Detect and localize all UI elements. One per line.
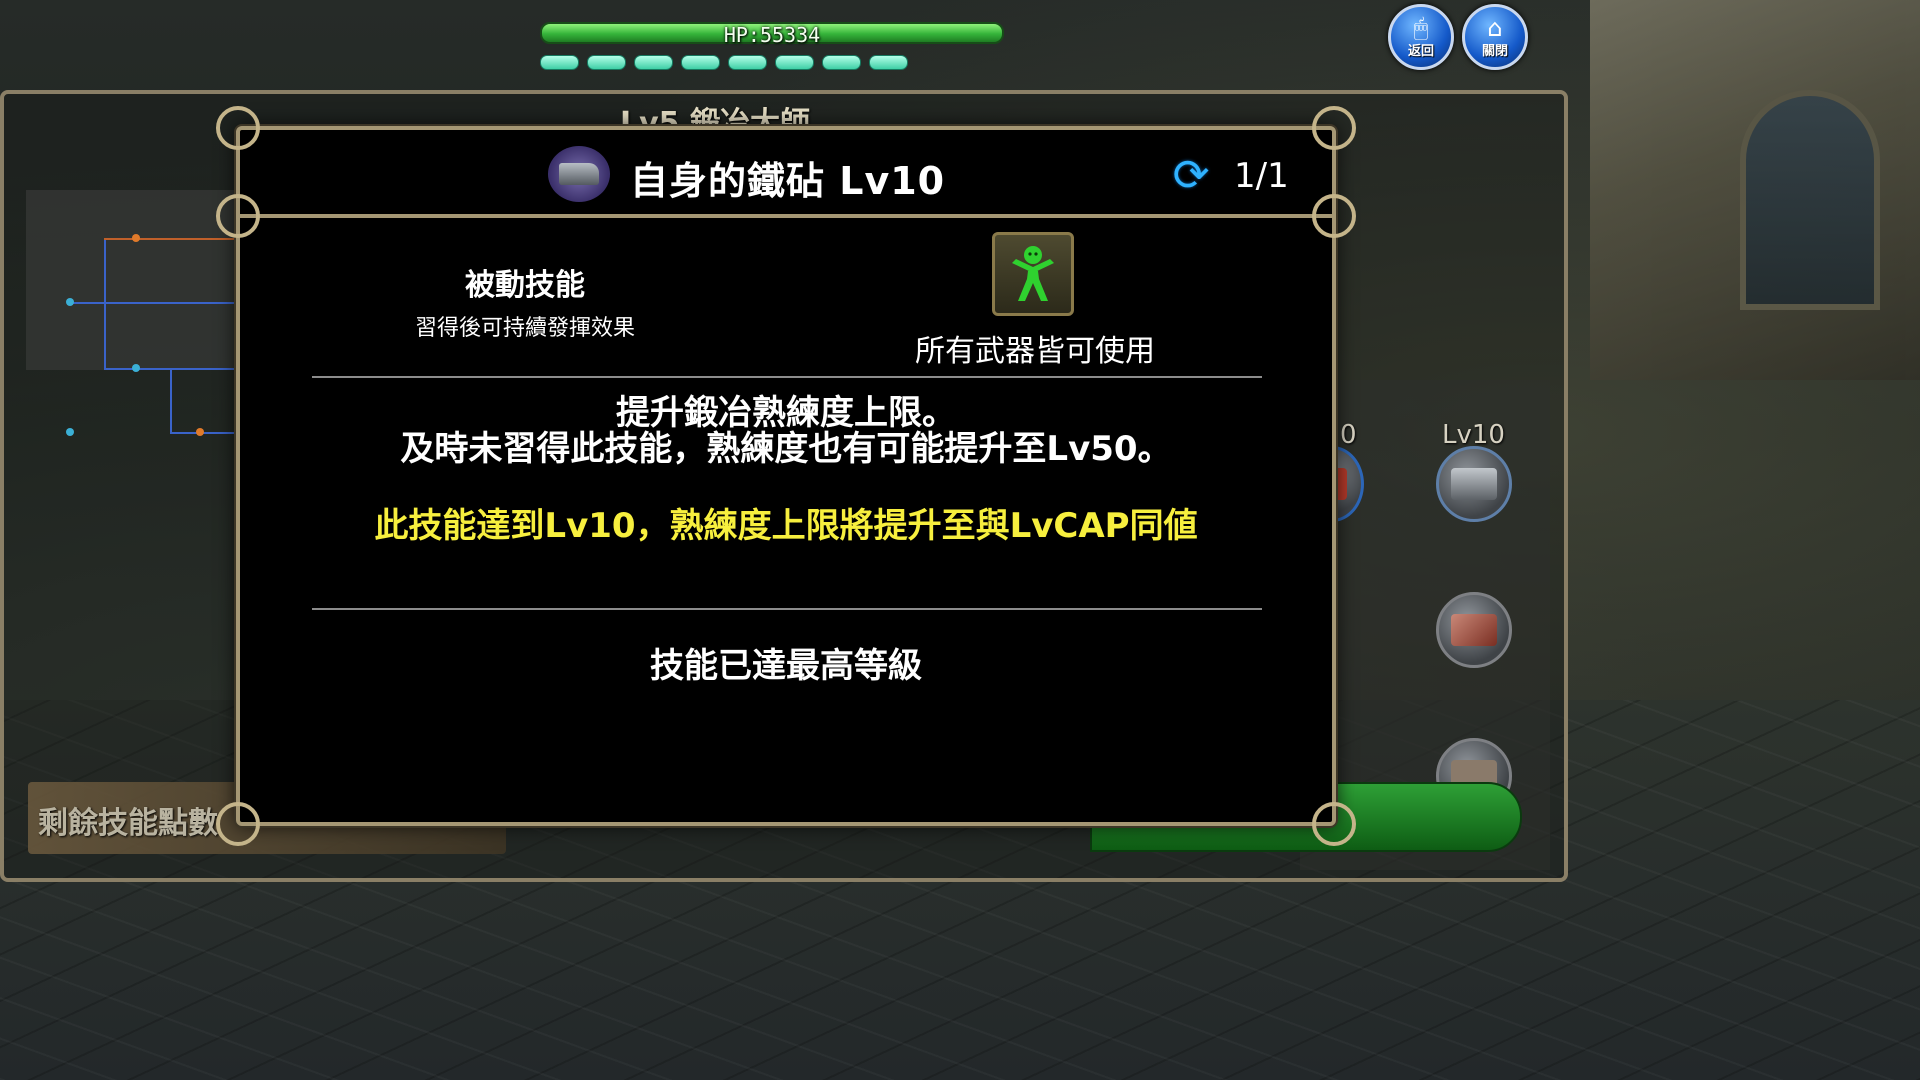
back-button-label: 返回 <box>1407 43 1434 59</box>
stamina-pip <box>775 55 814 70</box>
refresh-icon[interactable]: ⟳ <box>1166 152 1216 200</box>
home-icon: ⌂ <box>1487 13 1503 42</box>
close-button[interactable]: ⌂ 關閉 <box>1462 4 1528 70</box>
hp-bar: HP:55334 <box>540 22 1004 47</box>
tree-connector <box>70 302 235 304</box>
divider <box>312 608 1262 610</box>
divider <box>312 376 1262 378</box>
max-level-bonus: 此技能達到Lv10，熟練度上限將提升至與LvCAP同値 <box>374 506 1198 546</box>
remaining-points-label: 剩餘技能點數 <box>38 806 218 841</box>
skill-level-label: 0 <box>1340 420 1357 450</box>
stamina-pip <box>728 55 767 70</box>
weapon-requirement: 所有武器皆可使用 <box>915 334 1155 369</box>
tree-connector <box>170 368 172 432</box>
description-line: 及時未習得此技能，熟練度也有可能提升至Lv50。 <box>400 429 1172 469</box>
anvil-icon <box>548 146 610 202</box>
tree-node <box>66 298 74 306</box>
description-line: 提升鍛冶熟練度上限。 <box>616 393 956 433</box>
dialog-header: 自身的鐵砧 Lv10 ⟳ 1/1 <box>216 130 1356 238</box>
cloth-skill-icon[interactable] <box>1436 592 1512 668</box>
stamina-pip <box>634 55 673 70</box>
stamina-pip <box>822 55 861 70</box>
hp-text: HP:55334 <box>723 23 821 47</box>
tree-node <box>132 234 140 242</box>
ornament-corner <box>216 194 260 238</box>
mouse-icon: 🖱 <box>1413 13 1429 42</box>
stamina-pip <box>681 55 720 70</box>
stamina-pip <box>869 55 908 70</box>
back-button[interactable]: 🖱 返回 <box>1388 4 1454 70</box>
skill-detail-dialog: 自身的鐵砧 Lv10 ⟳ 1/1 被動技能 習得後可持續發揮效果 所有武器皆可使… <box>216 106 1356 846</box>
tree-node <box>196 428 204 436</box>
stamina-pips <box>540 55 908 70</box>
close-button-label: 關閉 <box>1481 43 1508 59</box>
skill-type-description: 習得後可持續發揮效果 <box>414 316 635 341</box>
stamina-pip <box>540 55 579 70</box>
tree-node <box>66 428 74 436</box>
skill-title: 自身的鐵砧 Lv10 <box>630 159 946 203</box>
tree-connector <box>104 368 234 370</box>
tree-node <box>132 364 140 372</box>
building-background <box>1590 0 1920 380</box>
page-indicator: 1/1 <box>1234 156 1289 196</box>
ornament-corner <box>1312 802 1356 846</box>
all-weapons-icon <box>992 232 1074 316</box>
skill-type: 被動技能 <box>465 268 585 303</box>
skill-status: 技能已達最高等級 <box>650 646 922 686</box>
anvil-skill-icon[interactable] <box>1436 446 1512 522</box>
hp-bar-fill: HP:55334 <box>540 22 1004 47</box>
ornament-corner <box>216 802 260 846</box>
ornament-corner <box>1312 194 1356 238</box>
stamina-pip <box>587 55 626 70</box>
tree-connector <box>104 238 234 240</box>
